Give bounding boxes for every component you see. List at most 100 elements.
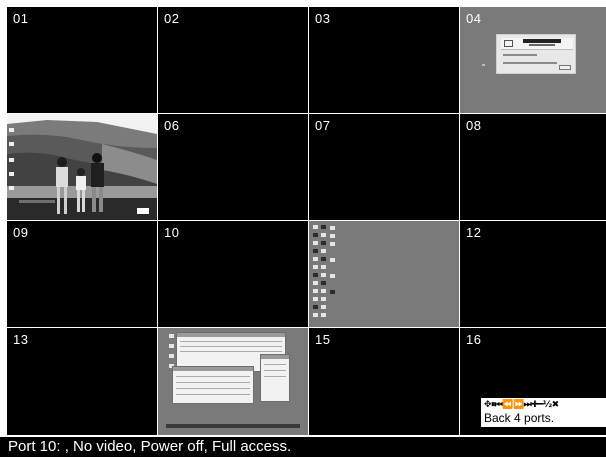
desktop-icon bbox=[321, 257, 326, 261]
kvm-multiview-screen: 01 02 03 04 06 07 08 09 10 12 13 15 16 ✥… bbox=[0, 0, 606, 457]
windows-logo-icon bbox=[504, 40, 513, 47]
text-line bbox=[503, 54, 537, 56]
desktop-icon bbox=[313, 225, 318, 229]
port-number: 09 bbox=[13, 225, 29, 240]
text-line bbox=[503, 62, 557, 64]
desktop-icon bbox=[330, 274, 335, 278]
desktop-icon bbox=[313, 281, 318, 285]
window-row bbox=[176, 376, 250, 377]
window-row bbox=[264, 370, 286, 371]
desktop-icon bbox=[169, 344, 174, 348]
port-tile-12[interactable]: 12 bbox=[460, 221, 606, 327]
windows-dialog-thumbnail bbox=[496, 34, 576, 74]
desktop-icon bbox=[321, 249, 326, 253]
desktop-icon bbox=[321, 305, 326, 309]
port-number: 04 bbox=[466, 11, 482, 26]
port-tile-07[interactable]: 07 bbox=[309, 114, 459, 220]
port-number: 15 bbox=[315, 332, 331, 347]
port-tile-10[interactable]: 10 bbox=[158, 221, 308, 327]
window-row bbox=[180, 346, 282, 347]
window-row bbox=[180, 351, 282, 352]
desktop-icon bbox=[321, 313, 326, 317]
port-number: 12 bbox=[466, 225, 482, 240]
fast-forward-icon[interactable]: ⏩ bbox=[513, 400, 524, 411]
desktop-icon bbox=[313, 305, 318, 309]
window-titlebar bbox=[261, 355, 289, 359]
port-tile-06[interactable]: 06 bbox=[158, 114, 308, 220]
desktop-icon bbox=[313, 265, 318, 269]
port-tile-14[interactable] bbox=[158, 328, 308, 435]
osd-control-bar: ✥⏸⏮⏪⏩⏭✚━½✖ bbox=[484, 400, 559, 411]
taskbar bbox=[166, 424, 300, 428]
desktop-icon bbox=[330, 290, 335, 294]
skip-last-icon[interactable]: ⏭ bbox=[524, 400, 532, 411]
desktop-icon-column bbox=[312, 223, 342, 327]
desktop-icon bbox=[330, 234, 335, 238]
dialog-banner bbox=[501, 38, 573, 50]
desktop-icon bbox=[330, 258, 335, 262]
logo-subtitle bbox=[529, 44, 555, 46]
port-tile-01[interactable]: 01 bbox=[7, 7, 157, 113]
logo-wordmark bbox=[523, 39, 561, 43]
desktop-icon bbox=[313, 289, 318, 293]
window-row bbox=[264, 364, 286, 365]
desktop-icon bbox=[313, 233, 318, 237]
desktop-icon bbox=[321, 265, 326, 269]
app-window-thumbnail bbox=[172, 366, 254, 404]
desktop-icon bbox=[313, 313, 318, 317]
port-number: 07 bbox=[315, 118, 331, 133]
desktop-icon bbox=[321, 233, 326, 237]
osd-control-panel: ✥⏸⏮⏪⏩⏭✚━½✖ Back 4 ports. bbox=[481, 398, 606, 427]
desktop-icon bbox=[169, 354, 174, 358]
port-tile-11[interactable] bbox=[309, 221, 459, 327]
desktop-icon bbox=[330, 242, 335, 246]
desktop-icon bbox=[321, 273, 326, 277]
window-row bbox=[180, 341, 282, 342]
desktop-icon bbox=[321, 297, 326, 301]
desktop-icon bbox=[321, 289, 326, 293]
dialog-button bbox=[559, 65, 571, 70]
fraction-icon[interactable]: ½ bbox=[543, 400, 552, 411]
port-tile-03[interactable]: 03 bbox=[309, 7, 459, 113]
desktop-icon bbox=[313, 249, 318, 253]
desktop-icon bbox=[321, 225, 326, 229]
desktop-icon bbox=[313, 241, 318, 245]
port-number: 02 bbox=[164, 11, 180, 26]
window-row bbox=[176, 382, 250, 383]
status-bar: Port 10: , No video, Power off, Full acc… bbox=[0, 437, 606, 457]
port-tile-02[interactable]: 02 bbox=[158, 7, 308, 113]
people-photo-thumbnail bbox=[7, 114, 157, 220]
desktop-icon bbox=[330, 226, 335, 230]
port-tile-13[interactable]: 13 bbox=[7, 328, 157, 435]
move-icon[interactable]: ✥ bbox=[484, 400, 492, 411]
desktop-icon bbox=[321, 241, 326, 245]
cursor-dot bbox=[482, 64, 485, 66]
desktop-icon bbox=[313, 297, 318, 301]
port-tile-09[interactable]: 09 bbox=[7, 221, 157, 327]
osd-message: Back 4 ports. bbox=[484, 411, 555, 425]
port-number: 01 bbox=[13, 11, 29, 26]
app-window-thumbnail bbox=[260, 354, 290, 402]
port-number: 16 bbox=[466, 332, 482, 347]
port-tile-04[interactable]: 04 bbox=[460, 7, 606, 113]
desktop-icon bbox=[313, 273, 318, 277]
window-titlebar bbox=[177, 333, 285, 337]
port-number: 06 bbox=[164, 118, 180, 133]
port-number: 08 bbox=[466, 118, 482, 133]
port-number: 13 bbox=[13, 332, 29, 347]
port-number: 03 bbox=[315, 11, 331, 26]
desktop-icon bbox=[321, 281, 326, 285]
close-icon[interactable]: ✖ bbox=[552, 400, 560, 411]
window-row bbox=[176, 388, 250, 389]
port-tile-08[interactable]: 08 bbox=[460, 114, 606, 220]
window-titlebar bbox=[173, 367, 253, 371]
port-tile-15[interactable]: 15 bbox=[309, 328, 459, 435]
desktop-icon bbox=[313, 257, 318, 261]
window-row bbox=[176, 394, 250, 395]
window-row bbox=[264, 376, 286, 377]
desktop-icon bbox=[169, 334, 174, 338]
port-number: 10 bbox=[164, 225, 180, 240]
port-tile-05[interactable] bbox=[7, 114, 157, 220]
skip-first-icon[interactable]: ⏮ bbox=[495, 400, 503, 411]
rewind-icon[interactable]: ⏪ bbox=[502, 400, 513, 411]
